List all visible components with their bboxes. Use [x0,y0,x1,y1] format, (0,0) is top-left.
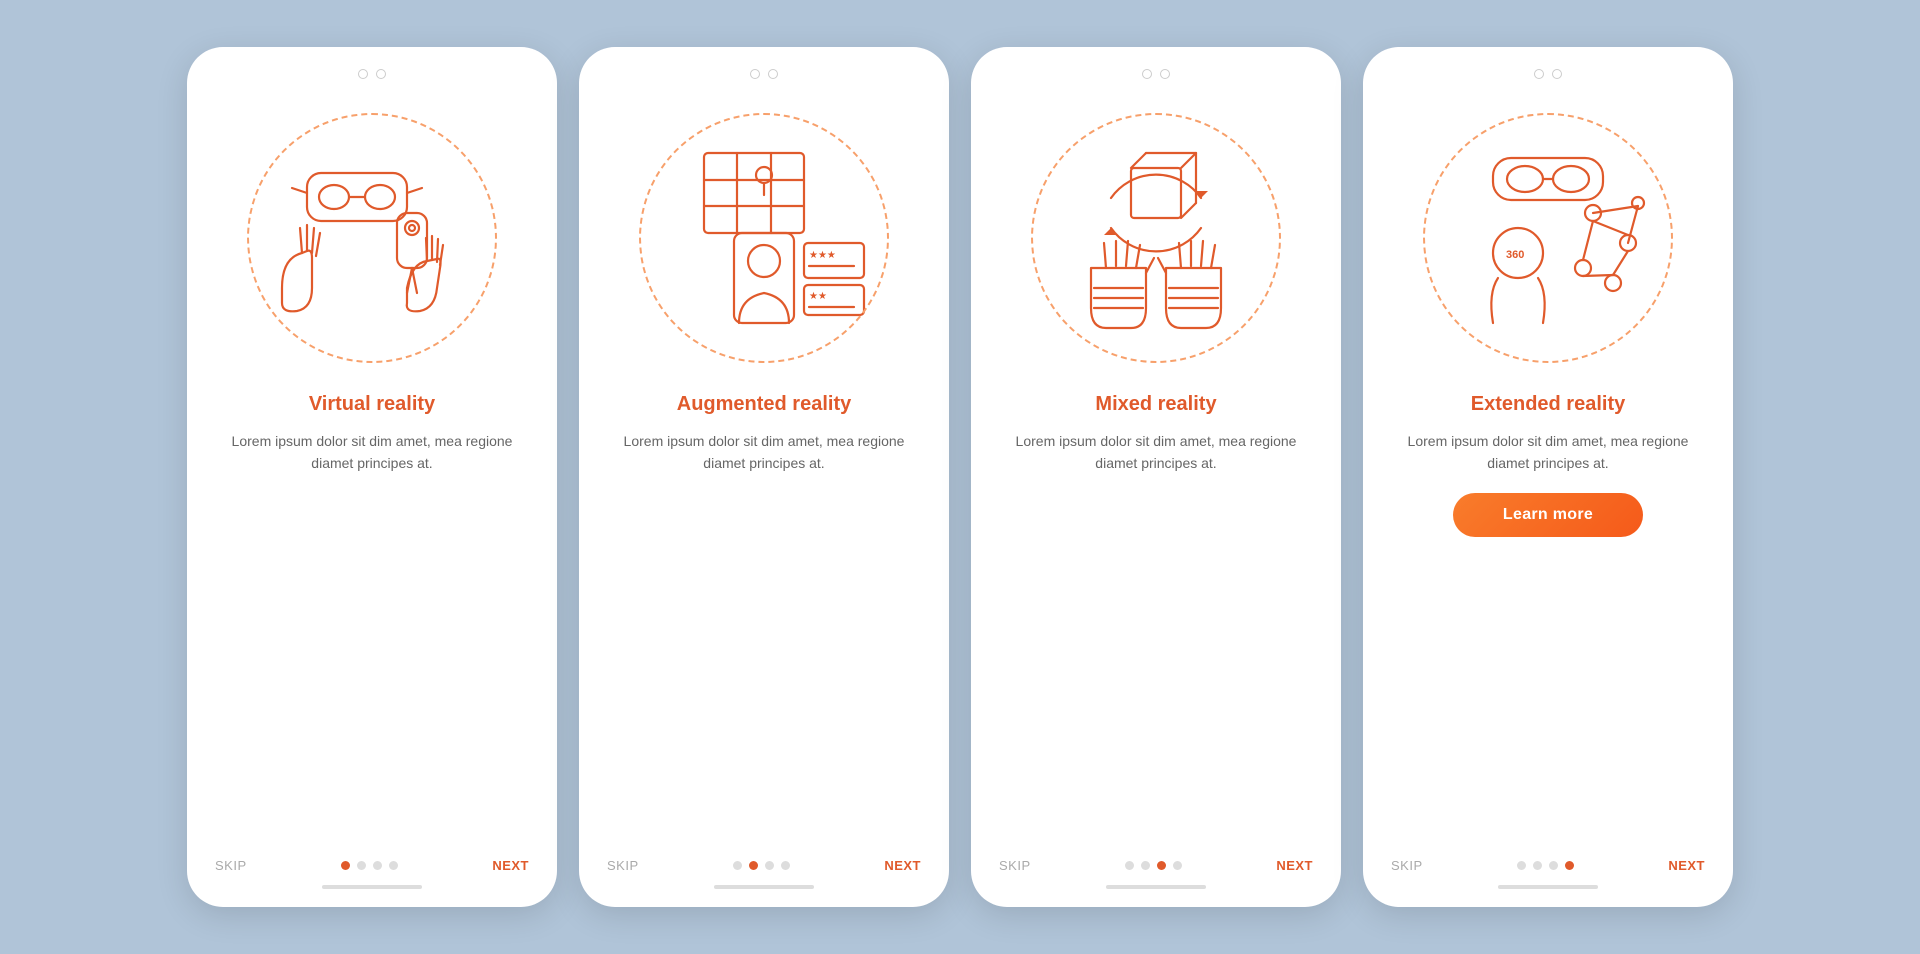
pagination-dots-mr [1125,861,1182,870]
card-title-ar: Augmented reality [677,393,851,416]
dashed-circle [1031,113,1281,363]
dot-2 [1533,861,1542,870]
bottom-bar [322,885,422,889]
dot-2 [749,861,758,870]
phone-top-bar-3 [1142,69,1170,79]
dashed-circle [639,113,889,363]
status-dot [1160,69,1170,79]
dot-1 [341,861,350,870]
card-extended-reality: 360 Extended reality Lorem ipsum dolor s… [1363,47,1733,907]
card-footer-ar: SKIP NEXT [607,850,921,873]
dot-3 [1157,861,1166,870]
dot-4 [1173,861,1182,870]
dashed-circle [1423,113,1673,363]
card-title-xr: Extended reality [1471,393,1626,416]
phone-top-bar-1 [358,69,386,79]
pagination-dots-vr [341,861,398,870]
card-body-ar: Lorem ipsum dolor sit dim amet, mea regi… [607,430,921,475]
phone-top-bar-4 [1534,69,1562,79]
card-virtual-reality: Virtual reality Lorem ipsum dolor sit di… [187,47,557,907]
skip-button-xr[interactable]: SKIP [1391,858,1423,873]
dot-4 [781,861,790,870]
next-button-ar[interactable]: NEXT [884,858,921,873]
cards-container: Virtual reality Lorem ipsum dolor sit di… [187,47,1733,907]
card-title-mr: Mixed reality [1095,393,1216,416]
dot-4 [389,861,398,870]
dot-1 [1125,861,1134,870]
card-body-vr: Lorem ipsum dolor sit dim amet, mea regi… [215,430,529,475]
illustration-mr [1016,93,1296,383]
card-mixed-reality: Mixed reality Lorem ipsum dolor sit dim … [971,47,1341,907]
dot-3 [765,861,774,870]
bottom-bar [714,885,814,889]
card-body-mr: Lorem ipsum dolor sit dim amet, mea regi… [999,430,1313,475]
dot-3 [373,861,382,870]
card-footer-xr: SKIP NEXT [1391,850,1705,873]
skip-button-vr[interactable]: SKIP [215,858,247,873]
status-dot [1142,69,1152,79]
illustration-vr [232,93,512,383]
status-dot [376,69,386,79]
status-dot [750,69,760,79]
next-button-mr[interactable]: NEXT [1276,858,1313,873]
bottom-bar [1106,885,1206,889]
status-dot [1534,69,1544,79]
skip-button-mr[interactable]: SKIP [999,858,1031,873]
next-button-vr[interactable]: NEXT [492,858,529,873]
dot-3 [1549,861,1558,870]
pagination-dots-xr [1517,861,1574,870]
dot-1 [733,861,742,870]
status-dot [768,69,778,79]
dot-4 [1565,861,1574,870]
bottom-bar [1498,885,1598,889]
dot-2 [357,861,366,870]
pagination-dots-ar [733,861,790,870]
dot-1 [1517,861,1526,870]
next-button-xr[interactable]: NEXT [1668,858,1705,873]
dot-2 [1141,861,1150,870]
card-footer-vr: SKIP NEXT [215,850,529,873]
illustration-ar: ★★★ ★★ [624,93,904,383]
card-title-vr: Virtual reality [309,393,435,416]
skip-button-ar[interactable]: SKIP [607,858,639,873]
phone-top-bar-2 [750,69,778,79]
card-body-xr: Lorem ipsum dolor sit dim amet, mea regi… [1391,430,1705,475]
status-dot [358,69,368,79]
card-augmented-reality: ★★★ ★★ Augmented reality Lorem ipsum dol… [579,47,949,907]
status-dot [1552,69,1562,79]
card-footer-mr: SKIP NEXT [999,850,1313,873]
illustration-xr: 360 [1408,93,1688,383]
learn-more-button[interactable]: Learn more [1453,493,1643,537]
dashed-circle [247,113,497,363]
